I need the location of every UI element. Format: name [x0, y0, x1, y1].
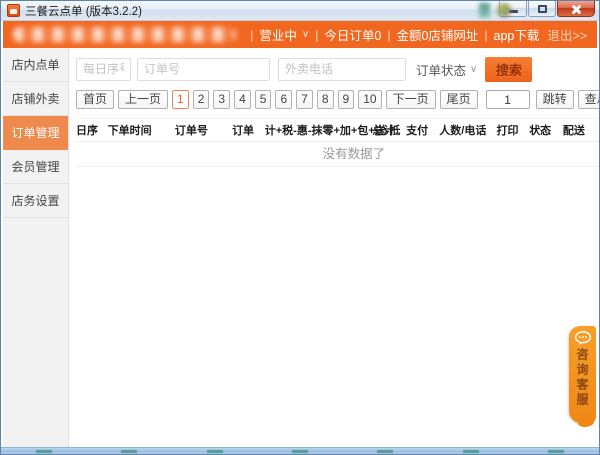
close-button[interactable]: [557, 1, 595, 17]
window-title: 三餐云点单 (版本3.2.2): [25, 5, 142, 18]
orders-table: 日序 下单时间 订单号 订单 计+税-惠-抹零+加+包+送-抵 总计 支付 人数…: [76, 118, 599, 167]
window-controls: [498, 1, 595, 17]
app-download-link[interactable]: app下载: [494, 25, 540, 44]
search-button[interactable]: 搜索: [485, 56, 533, 82]
store-id-redacted: [13, 27, 237, 42]
header-separator: |: [387, 27, 391, 42]
order-status-dropdown[interactable]: 订单状态 ∨: [416, 60, 477, 79]
app-logo-icon: [7, 4, 20, 17]
watermark-mark: [462, 449, 479, 453]
orders-table-header: 日序 下单时间 订单号 订单 计+税-惠-抹零+加+包+送-抵 总计 支付 人数…: [76, 119, 599, 142]
jump-button[interactable]: 跳转: [535, 90, 574, 109]
page-button-6[interactable]: 6: [275, 90, 293, 109]
takeout-phone-input[interactable]: [278, 57, 406, 81]
search-toolbar: 订单状态 ∨ 搜索: [76, 56, 599, 82]
daily-serial-input[interactable]: [76, 57, 131, 81]
store-site-link[interactable]: 店铺网址: [428, 25, 478, 44]
watermark-mark: [35, 449, 52, 453]
business-status-dropdown[interactable]: 营业中: [259, 25, 297, 44]
col-delivery: 配送: [562, 125, 585, 137]
col-actions: 操作: [594, 122, 599, 138]
sidebar-item-order-management[interactable]: 订单管理: [3, 116, 68, 150]
order-management-panel: 订单状态 ∨ 搜索 首页 上一页 1 2 3 4 5 6 7 8 9 10 下一…: [69, 48, 599, 447]
sidebar-item-takeout[interactable]: 店铺外卖: [3, 82, 68, 116]
window-body: 店内点单 店铺外卖 订单管理 会员管理 店务设置 订单状态 ∨ 搜索 首页: [3, 48, 599, 447]
blurred-tray-icon: [497, 3, 511, 17]
watermark-mark: [548, 449, 565, 453]
col-calc-breakdown: 计+税-惠-抹零+加+包+送-抵: [264, 125, 401, 137]
chevron-down-icon: ∨: [470, 63, 478, 75]
header-separator: |: [484, 27, 488, 42]
page-button-9[interactable]: 9: [337, 90, 355, 109]
last-page-button[interactable]: 尾页: [439, 90, 478, 109]
total-pages-button[interactable]: 查总页: [577, 90, 599, 109]
customer-service-label: 咨询客服: [575, 348, 589, 408]
page-button-10[interactable]: 10: [358, 90, 382, 109]
sidebar: 店内点单 店铺外卖 订单管理 会员管理 店务设置: [3, 48, 69, 447]
close-icon: [571, 4, 581, 14]
col-print: 打印: [496, 125, 519, 137]
header-links: 店铺网址 | app下载 退出>>: [428, 25, 587, 44]
prev-page-button[interactable]: 上一页: [118, 90, 169, 109]
col-order-time: 下单时间: [107, 125, 152, 137]
sidebar-item-members[interactable]: 会员管理: [3, 150, 68, 184]
order-number-input[interactable]: [137, 57, 270, 81]
page-button-5[interactable]: 5: [254, 90, 272, 109]
pagination-bar: 首页 上一页 1 2 3 4 5 6 7 8 9 10 下一页 尾页 跳转 查总…: [76, 90, 599, 109]
page-button-7[interactable]: 7: [296, 90, 313, 109]
chat-bubble-icon: [574, 331, 591, 346]
page-button-4[interactable]: 4: [234, 90, 251, 109]
watermark-mark: [121, 449, 138, 453]
watermark-mark: [377, 449, 394, 453]
maximize-button[interactable]: [528, 1, 556, 17]
blurred-tray-icon: [479, 3, 490, 18]
title-bar: 三餐云点单 (版本3.2.2): [1, 1, 599, 21]
watermark-mark: [206, 449, 223, 453]
watermark-mark: [291, 449, 308, 453]
order-status-label: 订单状态: [416, 63, 467, 78]
chevron-down-icon[interactable]: ∨: [302, 29, 309, 40]
page-button-2[interactable]: 2: [192, 90, 210, 109]
col-day-serial: 日序: [76, 125, 98, 137]
header-separator: |: [250, 27, 254, 42]
col-people-phone: 人数/电话: [439, 125, 487, 137]
app-window: 三餐云点单 (版本3.2.2) | 营业中 ∨ | 今日订单0 | 金额0 店铺…: [0, 0, 600, 455]
logout-link[interactable]: 退出>>: [547, 25, 587, 44]
col-order: 订单: [232, 125, 255, 137]
header-separator: |: [315, 27, 319, 42]
customer-service-tab[interactable]: 咨询客服: [569, 326, 596, 427]
col-status: 状态: [529, 125, 552, 137]
today-amount: 金额0: [396, 29, 429, 43]
maximize-icon: [537, 4, 547, 13]
col-payment: 支付: [406, 125, 429, 137]
today-orders-count: 今日订单0: [324, 29, 382, 43]
sidebar-item-dine-in[interactable]: 店内点单: [3, 48, 68, 82]
window-bottom-border: [1, 447, 599, 454]
page-jump-input[interactable]: [485, 90, 530, 109]
col-total: 总计: [372, 125, 395, 137]
first-page-button[interactable]: 首页: [76, 90, 115, 109]
app-header: | 营业中 ∨ | 今日订单0 | 金额0 店铺网址 | app下载 退出>>: [3, 21, 597, 48]
next-page-button[interactable]: 下一页: [385, 90, 436, 109]
sidebar-item-store-settings[interactable]: 店务设置: [3, 184, 68, 218]
empty-state-message: 没有数据了: [76, 142, 599, 167]
page-button-8[interactable]: 8: [316, 90, 334, 109]
col-order-number: 订单号: [174, 125, 208, 137]
page-button-1[interactable]: 1: [172, 90, 189, 109]
page-button-3[interactable]: 3: [213, 90, 231, 109]
